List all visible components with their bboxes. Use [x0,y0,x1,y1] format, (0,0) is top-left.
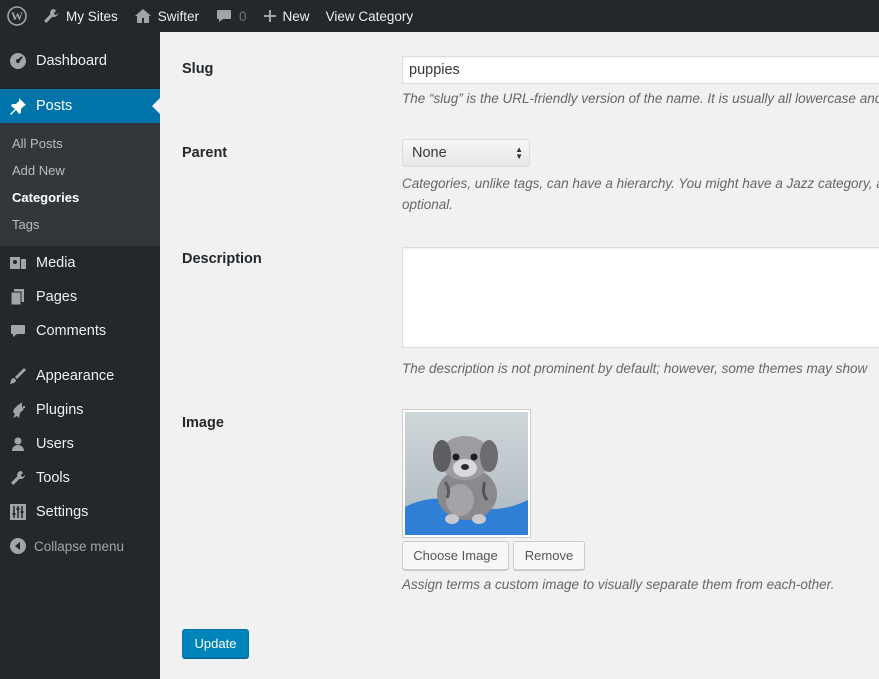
menu-dashboard-label: Dashboard [36,53,107,69]
description-help: The description is not prominent by defa… [402,361,868,376]
choose-image-button[interactable]: Choose Image [402,541,509,570]
menu-comments[interactable]: Comments [0,314,160,348]
menu-settings[interactable]: Settings [0,495,160,529]
view-category-label: View Category [325,8,414,24]
edit-category-form: Slug The “slug” is the URL-friendly vers… [160,32,879,679]
wrench-icon [42,7,60,25]
my-sites-label: My Sites [66,8,118,24]
comment-bubble-icon [215,7,233,25]
wrench-icon [8,468,28,488]
description-textarea[interactable] [402,247,879,348]
menu-posts[interactable]: Posts [0,89,160,123]
puppy-image [405,412,528,535]
wordpress-icon: W [7,6,27,26]
site-name-menu[interactable]: Swifter [126,0,207,32]
menu-comments-label: Comments [36,323,107,339]
parent-select[interactable]: None ▲ ▼ [402,139,530,167]
menu-tools-label: Tools [36,470,70,486]
parent-select-value: None [412,145,447,161]
collapse-menu-label: Collapse menu [34,538,125,554]
description-label: Description [182,251,262,267]
menu-users[interactable]: Users [0,427,160,461]
parent-description-line1: Categories, unlike tags, can have a hier… [402,176,879,191]
my-sites-menu[interactable]: My Sites [34,0,126,32]
admin-bar: W My Sites Swifter 0 New View Category [0,0,879,32]
menu-appearance-label: Appearance [36,368,115,384]
comments-menu[interactable]: 0 [207,0,255,32]
image-description: Assign terms a custom image to visually … [402,577,835,592]
posts-submenu: All Posts Add New Categories Tags [0,123,160,246]
menu-media[interactable]: Media [0,246,160,280]
slug-input[interactable] [402,56,879,84]
menu-tools[interactable]: Tools [0,461,160,495]
admin-sidebar: Dashboard Posts All Posts Add New Catego… [0,32,160,679]
menu-pages[interactable]: Pages [0,280,160,314]
settings-sliders-icon [8,502,28,522]
home-icon [134,7,152,25]
submenu-categories[interactable]: Categories [0,184,160,211]
submenu-tags[interactable]: Tags [0,211,160,238]
slug-label: Slug [182,61,214,77]
image-label: Image [182,415,224,431]
menu-media-label: Media [36,255,76,271]
parent-label: Parent [182,145,228,161]
submenu-add-new[interactable]: Add New [0,157,160,184]
menu-settings-label: Settings [36,504,89,520]
remove-image-button[interactable]: Remove [513,541,585,570]
submenu-all-posts[interactable]: All Posts [0,130,160,157]
slug-description: The “slug” is the URL-friendly version o… [402,91,879,106]
plus-icon [263,9,277,23]
category-image-thumbnail [402,409,531,538]
wordpress-logo-button[interactable]: W [0,0,34,32]
pushpin-icon [8,96,28,116]
menu-users-label: Users [36,436,74,452]
select-arrows-icon: ▲ ▼ [515,145,523,161]
menu-pages-label: Pages [36,289,78,305]
menu-plugins-label: Plugins [36,402,84,418]
parent-description-line2: optional. [402,197,454,212]
pages-icon [8,287,28,307]
dashboard-gauge-icon [8,51,28,71]
media-icon [8,253,28,273]
paintbrush-icon [8,366,28,386]
plug-icon [8,400,28,420]
comments-count: 0 [239,8,247,24]
collapse-menu-button[interactable]: Collapse menu [0,529,160,563]
collapse-arrow-icon [8,537,28,555]
menu-plugins[interactable]: Plugins [0,393,160,427]
menu-appearance[interactable]: Appearance [0,359,160,393]
update-button[interactable]: Update [182,629,249,658]
view-category-link[interactable]: View Category [318,0,422,32]
svg-text:W: W [11,9,23,23]
menu-posts-label: Posts [36,98,73,114]
comments-icon [8,321,28,341]
new-label: New [282,8,310,24]
menu-dashboard[interactable]: Dashboard [0,44,160,78]
parent-description: Categories, unlike tags, can have a hier… [402,173,879,215]
user-icon [8,434,28,454]
site-name-label: Swifter [157,8,200,24]
new-content-menu[interactable]: New [255,0,318,32]
